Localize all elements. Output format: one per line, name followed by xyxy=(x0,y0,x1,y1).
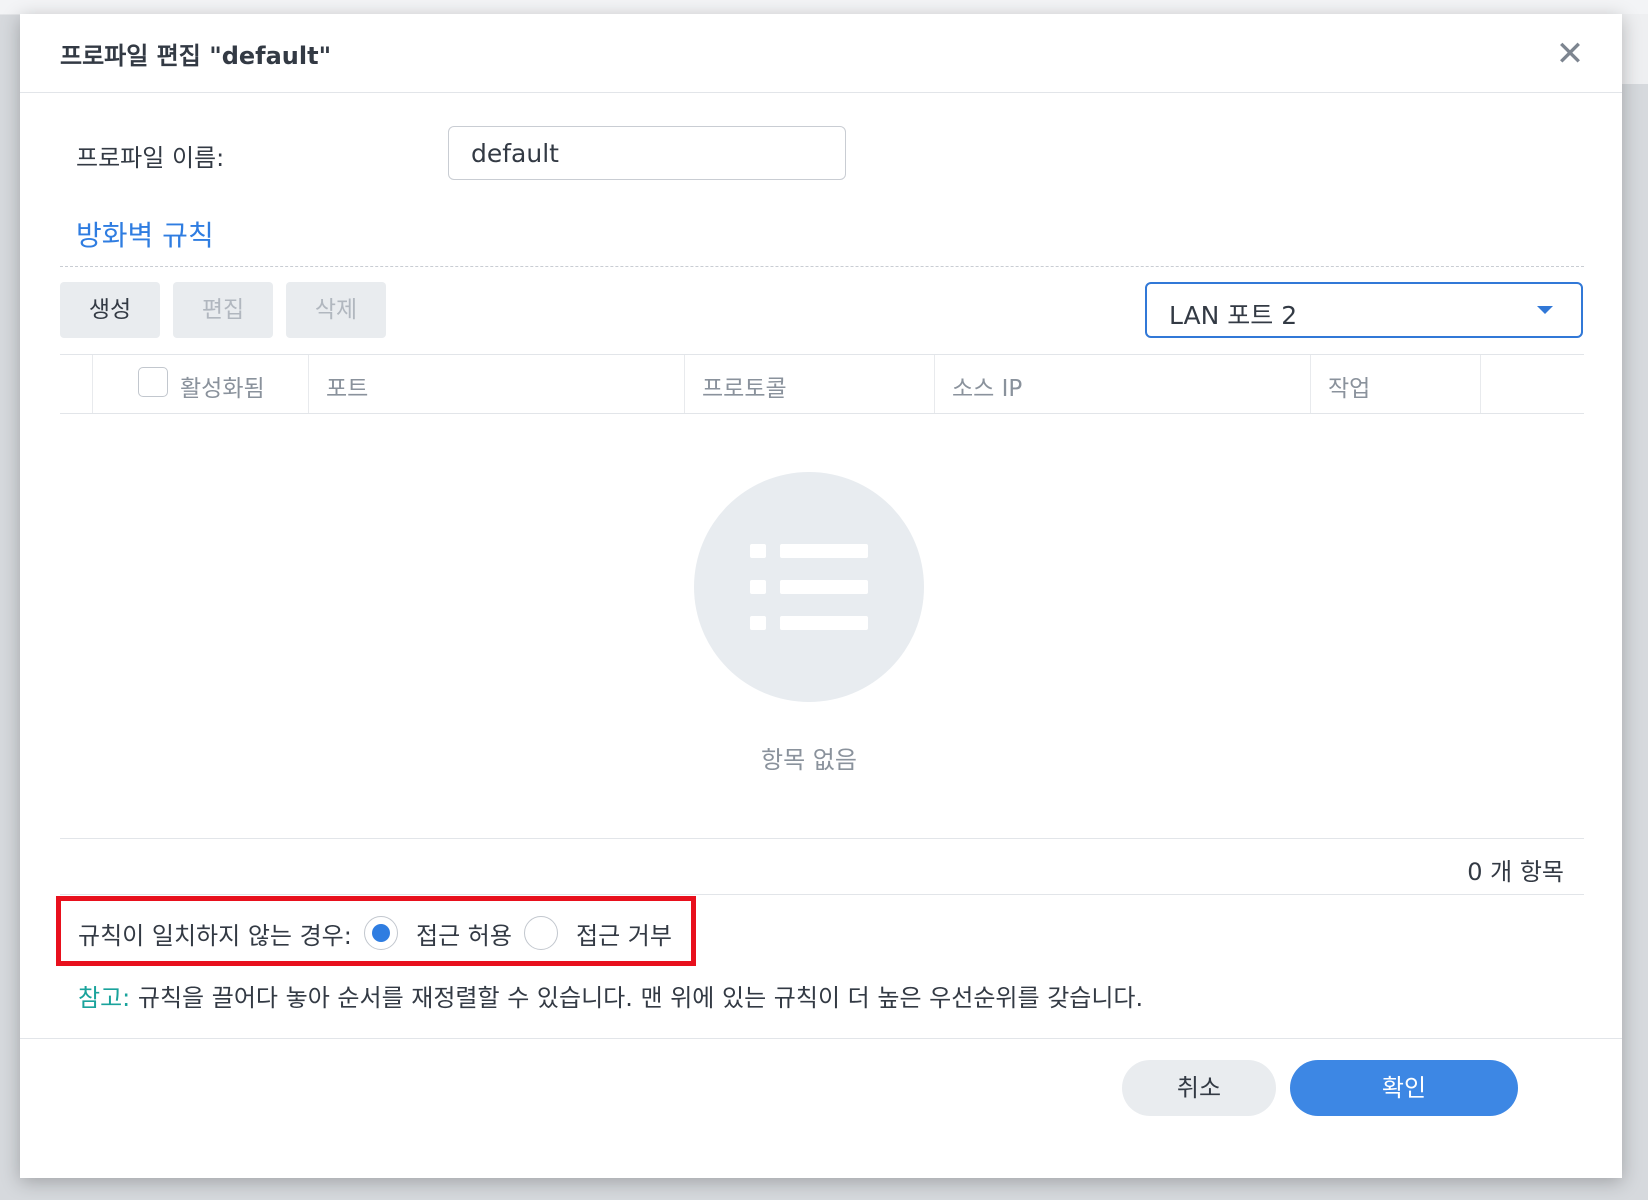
column-protocol[interactable]: 프로토콜 xyxy=(702,369,787,403)
deny-access-radio[interactable] xyxy=(524,916,558,950)
column-separator xyxy=(684,355,685,413)
port-select[interactable]: LAN 포트 2 xyxy=(1145,282,1583,338)
table-footer-divider xyxy=(60,838,1584,839)
cancel-button[interactable]: 취소 xyxy=(1122,1060,1276,1116)
chevron-down-icon xyxy=(1537,306,1553,314)
column-separator xyxy=(92,355,93,413)
empty-state-text: 항목 없음 xyxy=(761,746,857,774)
title-divider xyxy=(20,92,1622,93)
footer-divider xyxy=(20,1038,1622,1039)
allow-access-radio[interactable] xyxy=(364,916,398,950)
allow-access-label[interactable]: 접근 허용 xyxy=(416,916,512,951)
background-window-edge xyxy=(1622,14,1648,84)
background-window-strip xyxy=(0,0,1648,15)
port-select-value: LAN 포트 2 xyxy=(1169,301,1298,330)
select-all-checkbox[interactable] xyxy=(138,367,168,397)
column-source-ip[interactable]: 소스 IP xyxy=(952,369,1022,403)
rules-table-header: 활성화됨 포트 프로토콜 소스 IP 작업 xyxy=(60,354,1584,414)
table-bottom-divider xyxy=(60,894,1584,895)
list-icon xyxy=(694,472,924,702)
deny-access-label[interactable]: 접근 거부 xyxy=(576,916,672,951)
note-label: 참고: xyxy=(78,984,131,1012)
column-separator xyxy=(934,355,935,413)
column-port[interactable]: 포트 xyxy=(326,369,368,403)
column-enabled[interactable]: 활성화됨 xyxy=(180,369,265,403)
column-action[interactable]: 작업 xyxy=(1328,369,1370,403)
note-text: 참고: 규칙을 끌어다 놓아 순서를 재정렬할 수 있습니다. 맨 위에 있는 … xyxy=(78,978,1143,1013)
ok-button[interactable]: 확인 xyxy=(1290,1060,1518,1116)
edit-profile-dialog: 프로파일 편집 "default" ✕ 프로파일 이름: 방화벽 규칙 생성 편… xyxy=(20,14,1622,1178)
firewall-rules-heading: 방화벽 규칙 xyxy=(76,219,214,252)
item-count: 0 개 항목 xyxy=(1467,858,1564,886)
profile-name-input[interactable] xyxy=(448,126,846,180)
note-body: 규칙을 끌어다 놓아 순서를 재정렬할 수 있습니다. 맨 위에 있는 규칙이 … xyxy=(130,984,1144,1012)
create-button[interactable]: 생성 xyxy=(60,282,160,338)
column-separator xyxy=(1310,355,1311,413)
column-separator xyxy=(1480,355,1481,413)
column-separator xyxy=(308,355,309,413)
delete-button[interactable]: 삭제 xyxy=(286,282,386,338)
close-icon[interactable]: ✕ xyxy=(1550,34,1590,74)
nomatch-label: 규칙이 일치하지 않는 경우: xyxy=(78,922,352,950)
dialog-title: 프로파일 편집 "default" xyxy=(60,42,332,70)
edit-button[interactable]: 편집 xyxy=(173,282,273,338)
profile-name-label: 프로파일 이름: xyxy=(76,144,225,172)
section-divider xyxy=(60,266,1584,267)
